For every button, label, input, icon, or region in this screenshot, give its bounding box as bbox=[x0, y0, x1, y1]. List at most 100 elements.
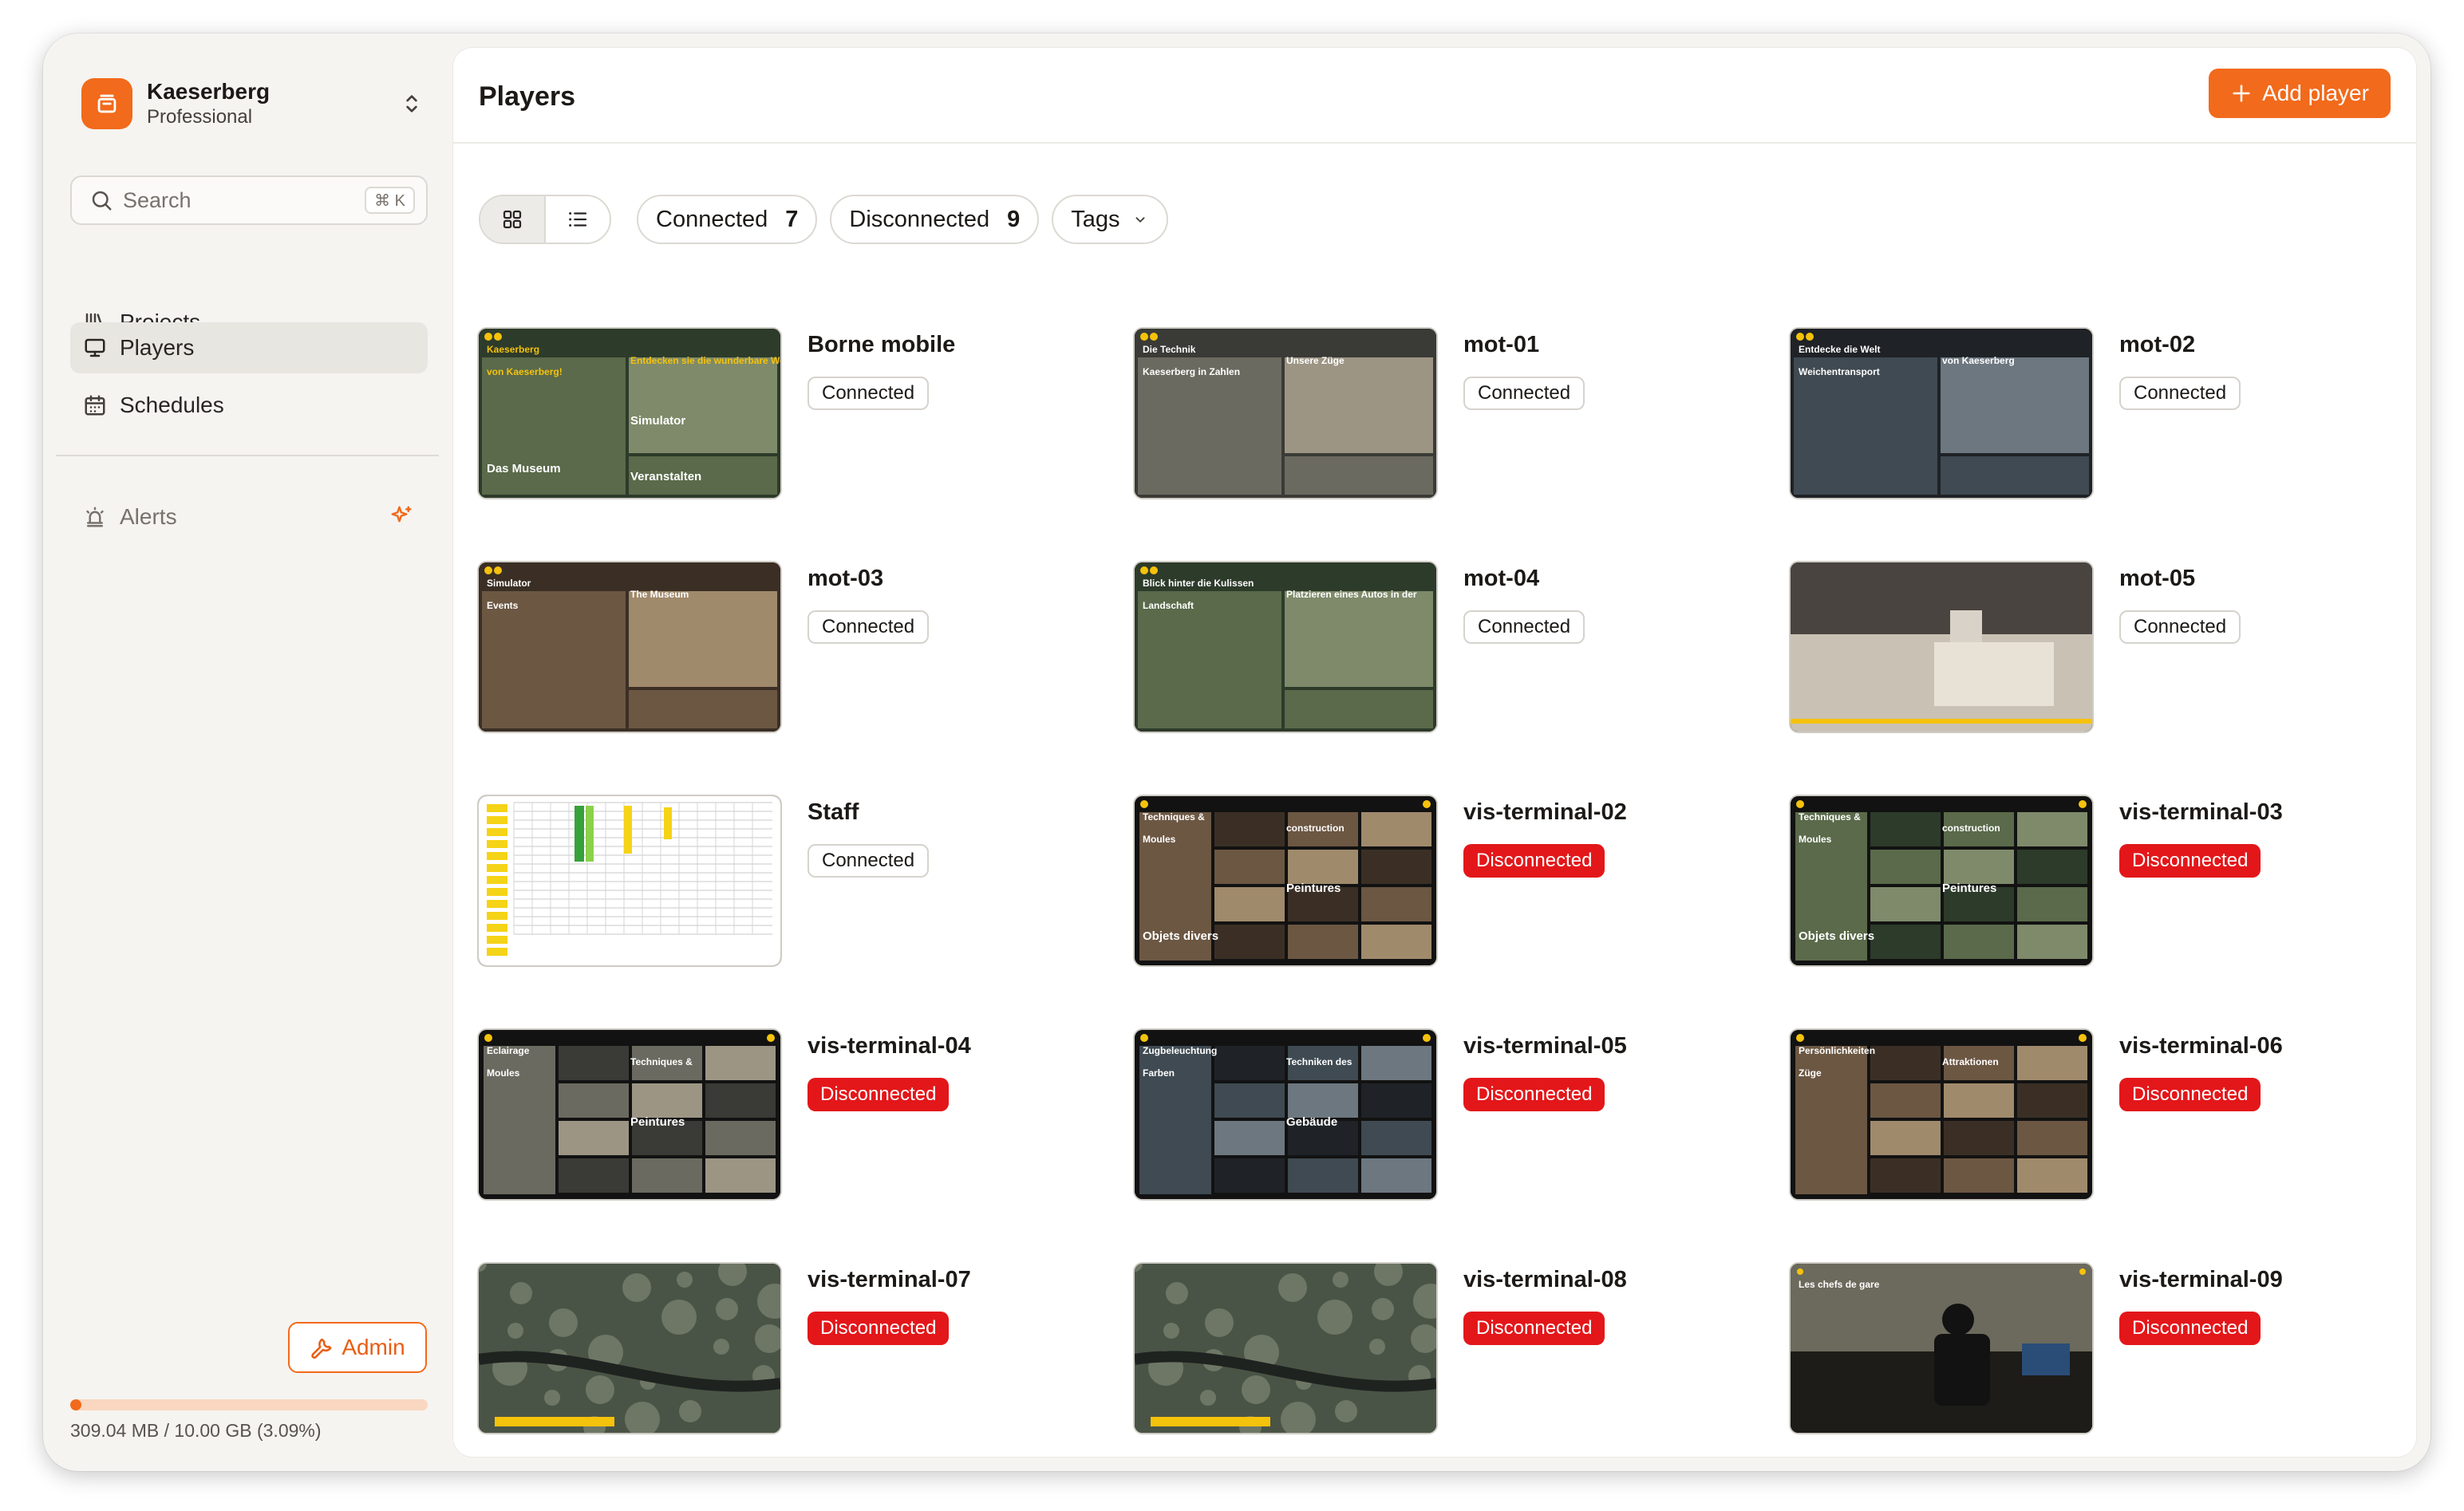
sparkles-icon bbox=[391, 506, 412, 523]
filter-connected-label: Connected bbox=[656, 206, 768, 232]
page-title: Players bbox=[479, 81, 575, 112]
player-card[interactable]: Die Technik Unsere Züge Kaeserberg in Zahl… bbox=[1135, 329, 1757, 498]
chevron-down-icon bbox=[1135, 217, 1145, 223]
preview-caption: Veranstalten bbox=[630, 470, 701, 483]
preview-caption: Objets divers bbox=[1799, 929, 1874, 943]
preview-caption: Kaeserberg in Zahlen bbox=[1143, 366, 1240, 377]
player-thumbnail[interactable]: Die Technik Unsere Züge Kaeserberg in Zahl… bbox=[1135, 329, 1436, 498]
monitor-icon bbox=[85, 338, 105, 357]
player-name[interactable]: vis-terminal-09 bbox=[2119, 1267, 2283, 1293]
player-preview-image bbox=[1135, 1264, 1436, 1433]
player-name[interactable]: vis-terminal-04 bbox=[808, 1033, 971, 1059]
sidebar-item-schedules[interactable]: Schedules bbox=[70, 380, 428, 431]
player-thumbnail[interactable]: Persönlichkeiten Attraktionen Züge bbox=[1791, 1030, 2092, 1199]
player-thumbnail[interactable]: Kaeserberg Entdecken sie die wunderbare W… bbox=[479, 329, 780, 498]
filter-toolbar: Connected 7 Disconnected 9 Tags bbox=[479, 195, 1168, 244]
sidebar-divider bbox=[56, 455, 439, 456]
preview-caption: Farben bbox=[1143, 1067, 1175, 1079]
player-name[interactable]: mot-04 bbox=[1463, 566, 1539, 592]
preview-caption: Attraktionen bbox=[1942, 1056, 1999, 1067]
app-window: Kaeserberg Professional Search ⌘ K Proje… bbox=[43, 34, 2430, 1471]
player-card[interactable]: Les chefs de gare vis-terminal-09 Disconne… bbox=[1791, 1264, 2413, 1433]
preview-caption: Weichentransport bbox=[1799, 366, 1880, 377]
player-card[interactable]: Blick hinter die Kulissen Platzieren eine… bbox=[1135, 562, 1757, 732]
preview-caption: Simulator bbox=[630, 414, 685, 428]
preview-caption: Eclairage bbox=[487, 1045, 530, 1056]
preview-caption: Moules bbox=[487, 1067, 520, 1079]
player-thumbnail[interactable] bbox=[1791, 562, 2092, 732]
list-view-button[interactable] bbox=[544, 196, 610, 243]
player-name[interactable]: vis-terminal-06 bbox=[2119, 1033, 2283, 1059]
sidebar-item-label: Schedules bbox=[120, 393, 224, 417]
status-badge: Disconnected bbox=[808, 1078, 950, 1111]
player-card[interactable]: Entdecke die Welt von Kaeserberg Weichentr… bbox=[1791, 329, 2413, 498]
player-card[interactable]: mot-05 Connected bbox=[1791, 562, 2413, 732]
admin-label: Admin bbox=[342, 1335, 405, 1359]
player-thumbnail[interactable]: Eclairage Techniques & Moules Peintures bbox=[479, 1030, 780, 1199]
preview-caption: Objets divers bbox=[1143, 929, 1218, 943]
preview-caption: Unsere Züge bbox=[1286, 355, 1345, 366]
preview-caption: Entdecken sie die wunderbare Welt bbox=[630, 355, 780, 366]
player-thumbnail[interactable] bbox=[479, 796, 780, 965]
preview-caption: Kaeserberg bbox=[487, 344, 539, 355]
preview-caption: Blick hinter die Kulissen bbox=[1143, 578, 1254, 589]
sidebar-item-alerts[interactable]: Alerts bbox=[70, 491, 428, 542]
player-name[interactable]: Borne mobile bbox=[808, 332, 955, 358]
player-thumbnail[interactable]: Zugbeleuchtung Techniken des Farben Gebäude bbox=[1135, 1030, 1436, 1199]
player-card[interactable]: Eclairage Techniques & Moules Peintures vis-… bbox=[479, 1030, 1101, 1199]
player-card[interactable]: Staff Connected bbox=[479, 796, 1101, 965]
player-name[interactable]: Staff bbox=[808, 799, 859, 826]
player-thumbnail[interactable]: Simulator The Museum Events bbox=[479, 562, 780, 732]
status-badge: Connected bbox=[808, 377, 930, 410]
add-player-button[interactable]: Add player bbox=[2209, 69, 2391, 118]
sidebar-item-players[interactable]: Players bbox=[70, 322, 428, 373]
grid-icon bbox=[503, 210, 522, 229]
player-preview-image: Die Technik Unsere Züge Kaeserberg in Zahl… bbox=[1135, 329, 1436, 498]
org-switcher[interactable]: Kaeserberg Professional bbox=[81, 73, 432, 134]
search-input[interactable]: Search ⌘ K bbox=[70, 176, 428, 225]
admin-button[interactable]: Admin bbox=[288, 1322, 427, 1373]
preview-caption: Gebäude bbox=[1286, 1115, 1337, 1129]
player-preview-image: Techniques & construction Moules Peintures O… bbox=[1791, 796, 2092, 965]
player-card[interactable]: Kaeserberg Entdecken sie die wunderbare W… bbox=[479, 329, 1101, 498]
player-preview-image: Kaeserberg Entdecken sie die wunderbare W… bbox=[479, 329, 780, 498]
player-preview-image: Techniques & construction Moules Peintures O… bbox=[1135, 796, 1436, 965]
player-card[interactable]: vis-terminal-08 Disconnected bbox=[1135, 1264, 1757, 1433]
player-thumbnail[interactable]: Les chefs de gare bbox=[1791, 1264, 2092, 1433]
player-thumbnail[interactable] bbox=[1135, 1264, 1436, 1433]
player-preview-image: Eclairage Techniques & Moules Peintures bbox=[479, 1030, 780, 1199]
player-name[interactable]: vis-terminal-05 bbox=[1463, 1033, 1627, 1059]
player-name[interactable]: vis-terminal-03 bbox=[2119, 799, 2283, 826]
player-name[interactable]: vis-terminal-07 bbox=[808, 1267, 971, 1293]
player-card[interactable]: Techniques & construction Moules Peintures O… bbox=[1791, 796, 2413, 965]
plus-icon bbox=[2233, 85, 2250, 102]
player-card[interactable]: Zugbeleuchtung Techniken des Farben Gebäude… bbox=[1135, 1030, 1757, 1199]
player-name[interactable]: mot-02 bbox=[2119, 332, 2195, 358]
player-name[interactable]: mot-01 bbox=[1463, 332, 1539, 358]
player-thumbnail[interactable]: Techniques & construction Moules Peintures O… bbox=[1791, 796, 2092, 965]
player-name[interactable]: vis-terminal-08 bbox=[1463, 1267, 1627, 1293]
player-thumbnail[interactable]: Entdecke die Welt von Kaeserberg Weichentr… bbox=[1791, 329, 2092, 498]
player-card[interactable]: Simulator The Museum Events mot-03 Connected bbox=[479, 562, 1101, 732]
player-name[interactable]: mot-05 bbox=[2119, 566, 2195, 592]
filter-disconnected[interactable]: Disconnected 9 bbox=[830, 195, 1040, 244]
storage-progress-fill bbox=[70, 1399, 81, 1410]
player-name[interactable]: vis-terminal-02 bbox=[1463, 799, 1627, 826]
preview-caption: Les chefs de gare bbox=[1799, 1279, 1880, 1290]
player-preview-image: Les chefs de gare bbox=[1791, 1264, 2092, 1433]
box-icon bbox=[97, 94, 116, 113]
player-card[interactable]: vis-terminal-07 Disconnected bbox=[479, 1264, 1101, 1433]
org-name: Kaeserberg bbox=[147, 79, 270, 104]
player-thumbnail[interactable]: Blick hinter die Kulissen Platzieren eine… bbox=[1135, 562, 1436, 732]
filter-tags[interactable]: Tags bbox=[1052, 195, 1168, 244]
filter-connected[interactable]: Connected 7 bbox=[637, 195, 818, 244]
player-card[interactable]: Persönlichkeiten Attraktionen Züge vis-term… bbox=[1791, 1030, 2413, 1199]
main-panel: Players Add player Connected 7 Disconnec… bbox=[453, 48, 2416, 1457]
player-thumbnail[interactable] bbox=[479, 1264, 780, 1433]
sidebar-item-label: Players bbox=[120, 335, 195, 360]
player-thumbnail[interactable]: Techniques & construction Moules Peintures O… bbox=[1135, 796, 1436, 965]
grid-view-button[interactable] bbox=[480, 196, 544, 243]
player-card[interactable]: Techniques & construction Moules Peintures O… bbox=[1135, 796, 1757, 965]
player-name[interactable]: mot-03 bbox=[808, 566, 883, 592]
chevron-up-down-icon[interactable] bbox=[399, 91, 424, 116]
